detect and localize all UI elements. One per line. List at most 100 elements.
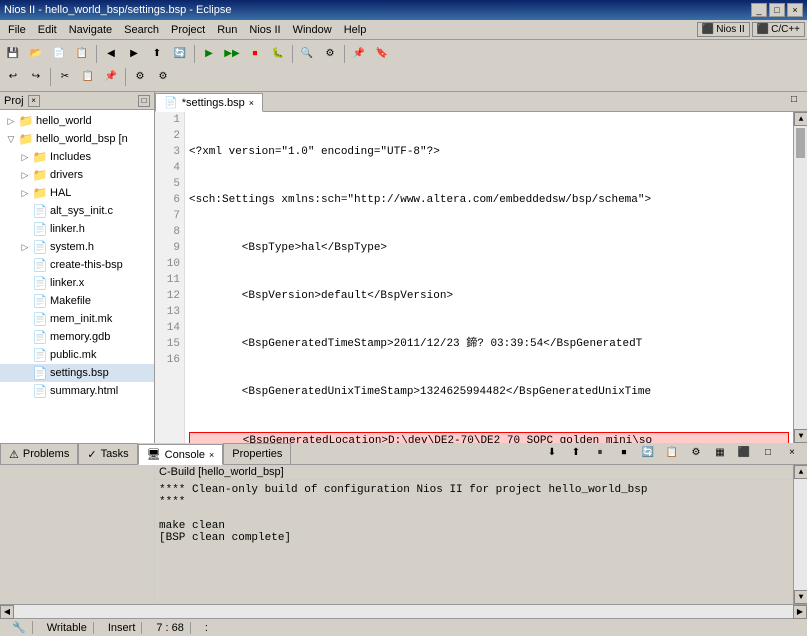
menu-file[interactable]: File (2, 23, 32, 37)
mem-init-icon: 📄 (32, 311, 48, 327)
project-tree[interactable]: ▷ 📁 hello_world ▽ 📁 hello_world_bsp [n ▷… (0, 110, 154, 443)
hal-expand[interactable]: ▷ (18, 186, 32, 200)
menu-run[interactable]: Run (211, 23, 243, 37)
back-button[interactable]: ◀ (100, 43, 122, 65)
copy-button[interactable]: 📋 (77, 66, 99, 88)
console-action5[interactable]: ⚙ (685, 442, 707, 464)
menu-help[interactable]: Help (338, 23, 373, 37)
tree-item-hal[interactable]: ▷ 📁 HAL (0, 184, 154, 202)
extra1-button[interactable]: ⚙ (129, 66, 151, 88)
console-vscrollbar[interactable]: ▲ ▼ (793, 465, 807, 604)
code-content[interactable]: <?xml version="1.0" encoding="UTF-8"?> <… (185, 112, 793, 443)
forward-button[interactable]: ▶ (123, 43, 145, 65)
drivers-expand[interactable]: ▷ (18, 168, 32, 182)
tasks-tab[interactable]: ✓ Tasks (78, 443, 137, 464)
cut-button[interactable]: ✂ (54, 66, 76, 88)
undo-button[interactable]: ↩ (2, 66, 24, 88)
menu-edit[interactable]: Edit (32, 23, 63, 37)
tree-item-create-bsp[interactable]: 📄 create-this-bsp (0, 256, 154, 274)
scroll-track[interactable] (794, 126, 807, 429)
panel-maximize-button[interactable]: □ (138, 95, 150, 107)
tree-item-public-mk[interactable]: 📄 public.mk (0, 346, 154, 364)
menu-window[interactable]: Window (287, 23, 338, 37)
expand-icon-bsp[interactable]: ▽ (4, 132, 18, 146)
console-tab[interactable]: 🖥 Console × (138, 444, 224, 465)
expand-icon[interactable]: ▷ (4, 114, 18, 128)
new-button-2[interactable]: 📋 (71, 43, 93, 65)
includes-expand[interactable]: ▷ (18, 150, 32, 164)
bottom-hscroll-right[interactable]: ▶ (793, 605, 807, 619)
tree-item-settings-bsp[interactable]: 📄 settings.bsp (0, 364, 154, 382)
console-scroll-track[interactable] (794, 479, 807, 590)
search2-button[interactable]: ⚙ (319, 43, 341, 65)
tree-item-summary-html[interactable]: 📄 summary.html (0, 382, 154, 400)
tree-item-includes[interactable]: ▷ 📁 Includes (0, 148, 154, 166)
run-button[interactable]: ▶ (198, 43, 220, 65)
redo-button[interactable]: ↪ (25, 66, 47, 88)
problems-tab[interactable]: ⚠ Problems (0, 443, 78, 464)
tree-item-system-h[interactable]: ▷ 📄 system.h (0, 238, 154, 256)
bottom-hscrollbar[interactable]: ◀ ▶ (0, 604, 807, 618)
refresh-button[interactable]: 🔄 (169, 43, 191, 65)
properties-tab[interactable]: Properties (223, 443, 291, 464)
menu-navigate[interactable]: Navigate (63, 23, 118, 37)
code-line-7: <BspGeneratedLocation>D:\dev\DE2-70\DE2_… (189, 432, 789, 443)
nav-button[interactable]: ⬆ (146, 43, 168, 65)
tree-item-mem-init[interactable]: 📄 mem_init.mk (0, 310, 154, 328)
search-button[interactable]: 🔍 (296, 43, 318, 65)
console-up-button[interactable]: ⬆ (565, 442, 587, 464)
open-button[interactable]: 📂 (25, 43, 47, 65)
menu-search[interactable]: Search (118, 23, 165, 37)
bottom-hscroll-track[interactable] (14, 605, 793, 618)
niosii-perspective-button[interactable]: ⬛ Nios II (697, 22, 750, 37)
editor-area[interactable]: 12345 678910 111213141516 <?xml version=… (155, 112, 807, 443)
menu-project[interactable]: Project (165, 23, 211, 37)
run2-button[interactable]: ▶▶ (221, 43, 243, 65)
tree-item-linker-h[interactable]: 📄 linker.h (0, 220, 154, 238)
save-button[interactable]: 💾 (2, 43, 24, 65)
maximize-button[interactable]: □ (769, 3, 785, 17)
settings-bsp-tab[interactable]: 📄 *settings.bsp × (155, 93, 263, 112)
paste-button[interactable]: 📌 (100, 66, 122, 88)
stop-button[interactable]: ⏹ (244, 43, 266, 65)
tab-close-button[interactable]: × (249, 98, 254, 108)
console-close[interactable]: × (781, 442, 803, 464)
bottom-hscroll-left[interactable]: ◀ (0, 605, 14, 619)
console-action3[interactable]: 🔄 (637, 442, 659, 464)
console-action1[interactable]: ⏸ (589, 442, 611, 464)
tree-item-linker-x[interactable]: 📄 linker.x (0, 274, 154, 292)
console-action4[interactable]: 📋 (661, 442, 683, 464)
console-action7[interactable]: ⬛ (733, 442, 755, 464)
console-action2[interactable]: ⏹ (613, 442, 635, 464)
console-scroll-down[interactable]: ▼ (794, 590, 807, 604)
cpp-perspective-button[interactable]: ⬛ C/C++ (752, 22, 805, 37)
minimize-button[interactable]: _ (751, 3, 767, 17)
console-tab-close[interactable]: × (209, 450, 214, 460)
console-action6[interactable]: ▦ (709, 442, 731, 464)
menu-niosii[interactable]: Nios II (243, 23, 286, 37)
pin-button[interactable]: 📌 (348, 43, 370, 65)
scroll-thumb[interactable] (796, 128, 805, 158)
window-controls[interactable]: _ □ × (751, 3, 803, 17)
tree-item-hello-world-bsp[interactable]: ▽ 📁 hello_world_bsp [n (0, 130, 154, 148)
editor-vscrollbar[interactable]: ▲ ▼ (793, 112, 807, 443)
tree-item-alt-sys-init[interactable]: 📄 alt_sys_init.c (0, 202, 154, 220)
console-down-button[interactable]: ⬇ (541, 442, 563, 464)
tree-item-hello-world[interactable]: ▷ 📁 hello_world (0, 112, 154, 130)
editor-maximize-button[interactable]: □ (783, 92, 805, 111)
panel-close-button[interactable]: × (28, 95, 40, 107)
close-button[interactable]: × (787, 3, 803, 17)
new-file-button[interactable]: 📄 (48, 43, 70, 65)
bookmark-button[interactable]: 🔖 (371, 43, 393, 65)
system-h-expand[interactable]: ▷ (18, 240, 32, 254)
console-maximize[interactable]: □ (757, 442, 779, 464)
code-line-5: <BspGeneratedTimeStamp>2011/12/23 鍗? 03:… (189, 336, 789, 352)
scroll-up-button[interactable]: ▲ (794, 112, 807, 126)
console-scroll-up[interactable]: ▲ (794, 465, 807, 479)
extra2-button[interactable]: ⚙ (152, 66, 174, 88)
tree-item-makefile[interactable]: 📄 Makefile (0, 292, 154, 310)
debug-button[interactable]: 🐛 (267, 43, 289, 65)
tree-item-drivers[interactable]: ▷ 📁 drivers (0, 166, 154, 184)
scroll-down-button[interactable]: ▼ (794, 429, 807, 443)
tree-item-memory-gdb[interactable]: 📄 memory.gdb (0, 328, 154, 346)
